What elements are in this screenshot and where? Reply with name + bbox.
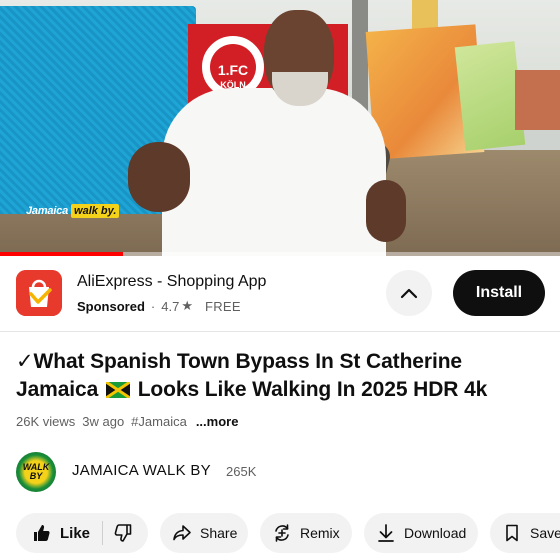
ad-sponsored-label: Sponsored: [77, 298, 145, 314]
save-button[interactable]: Save: [490, 513, 560, 553]
chevron-up-icon: [400, 288, 418, 299]
like-divider: [102, 521, 104, 545]
video-person-shirt: [162, 88, 386, 256]
video-watermark: Jamaica walk by.: [26, 204, 120, 218]
video-title-rest: Looks Like Walking In 2025 HDR 4k: [137, 378, 488, 401]
video-person-fist: [128, 142, 190, 212]
download-icon: [378, 524, 394, 542]
video-meta[interactable]: 26K views 3w ago #Jamaica ...more: [16, 414, 238, 429]
like-button-label[interactable]: Like: [60, 525, 90, 542]
jamaica-flag-icon: [105, 382, 130, 398]
ad-meta: Sponsored · 4.7 ★ FREE: [77, 298, 241, 314]
action-bar: Like Share Remix Download Save: [16, 513, 560, 553]
hashtag-link[interactable]: #Jamaica: [131, 414, 187, 429]
thumbs-down-icon[interactable]: [113, 523, 133, 543]
remix-button[interactable]: Remix: [260, 513, 352, 553]
install-button[interactable]: Install: [453, 270, 545, 316]
download-button[interactable]: Download: [364, 513, 478, 553]
star-icon: ★: [181, 298, 193, 313]
download-label: Download: [404, 525, 467, 541]
channel-avatar[interactable]: WALK BY: [16, 452, 56, 492]
collapse-ad-button[interactable]: [386, 270, 432, 316]
ad-separator: ·: [150, 298, 156, 314]
video-title-line-2: Jamaica Looks Like Walking In 2025 HDR 4…: [16, 376, 552, 404]
video-title-word-jamaica: Jamaica: [16, 378, 99, 401]
watermark-text-1: Jamaica: [26, 205, 69, 217]
bookmark-icon: [506, 524, 518, 542]
video-person-hand: [366, 180, 406, 242]
upload-age: 3w ago: [82, 414, 125, 429]
ad-title[interactable]: AliExpress - Shopping App: [77, 273, 266, 291]
share-button[interactable]: Share: [160, 513, 248, 553]
share-icon: [173, 525, 191, 541]
video-far-towel: [515, 70, 560, 130]
ad-price: FREE: [204, 298, 241, 314]
channel-name[interactable]: JAMAICA WALK BY: [72, 462, 211, 479]
subscriber-count: 265K: [226, 464, 257, 479]
video-player[interactable]: 1.FC KÖLN Jamaica walk by.: [0, 0, 560, 256]
watermark-text-2: walk by.: [71, 204, 120, 218]
aliexpress-logo-icon: [16, 270, 62, 316]
ad-rating: 4.7: [161, 298, 180, 314]
channel-avatar-text: WALK BY: [22, 462, 50, 481]
video-title-line-1: ✓What Spanish Town Bypass In St Catherin…: [16, 350, 462, 373]
remix-icon: [275, 524, 289, 542]
view-count: 26K views: [16, 414, 76, 429]
like-dislike-group: Like: [16, 513, 148, 553]
more-description-link[interactable]: ...more: [196, 414, 239, 429]
remix-label: Remix: [300, 525, 340, 541]
video-title[interactable]: ✓What Spanish Town Bypass In St Catherin…: [16, 348, 552, 404]
sponsored-app-ad[interactable]: AliExpress - Shopping App Sponsored · 4.…: [0, 256, 560, 332]
share-label: Share: [200, 525, 238, 541]
thumbs-up-icon[interactable]: [32, 523, 52, 543]
save-label: Save: [530, 525, 560, 541]
video-banner-text: 1.FC: [217, 62, 249, 78]
